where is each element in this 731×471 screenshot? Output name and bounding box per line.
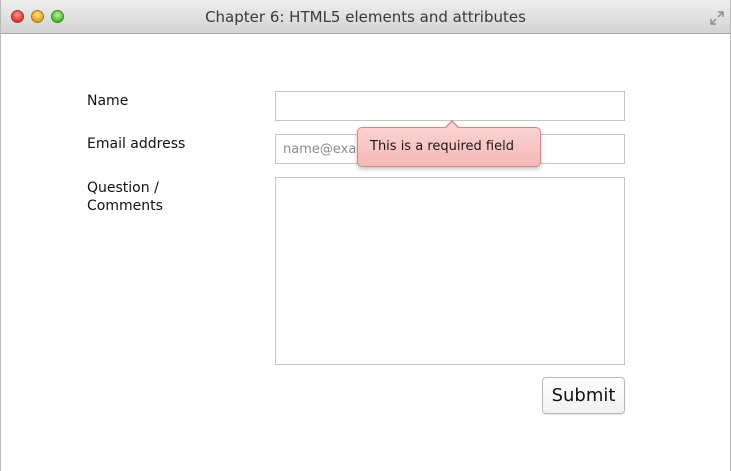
comments-textarea[interactable] — [275, 177, 625, 365]
name-input[interactable] — [275, 91, 625, 121]
comments-label-line1: Question / — [87, 180, 159, 196]
email-label: Email address — [87, 136, 186, 152]
name-label: Name — [87, 93, 129, 109]
submit-button[interactable]: Submit — [542, 377, 625, 414]
browser-window: Chapter 6: HTML5 elements and attributes… — [0, 0, 731, 471]
title-bar: Chapter 6: HTML5 elements and attributes — [1, 0, 730, 34]
tooltip-arrow-fill — [445, 122, 459, 129]
validation-tooltip: This is a required field — [357, 120, 541, 167]
comments-label: Question / Comments — [87, 179, 163, 215]
fullscreen-icon[interactable] — [710, 10, 724, 25]
comments-label-line2: Comments — [87, 198, 163, 214]
window-title: Chapter 6: HTML5 elements and attributes — [205, 8, 526, 26]
validation-message: This is a required field — [370, 139, 514, 154]
